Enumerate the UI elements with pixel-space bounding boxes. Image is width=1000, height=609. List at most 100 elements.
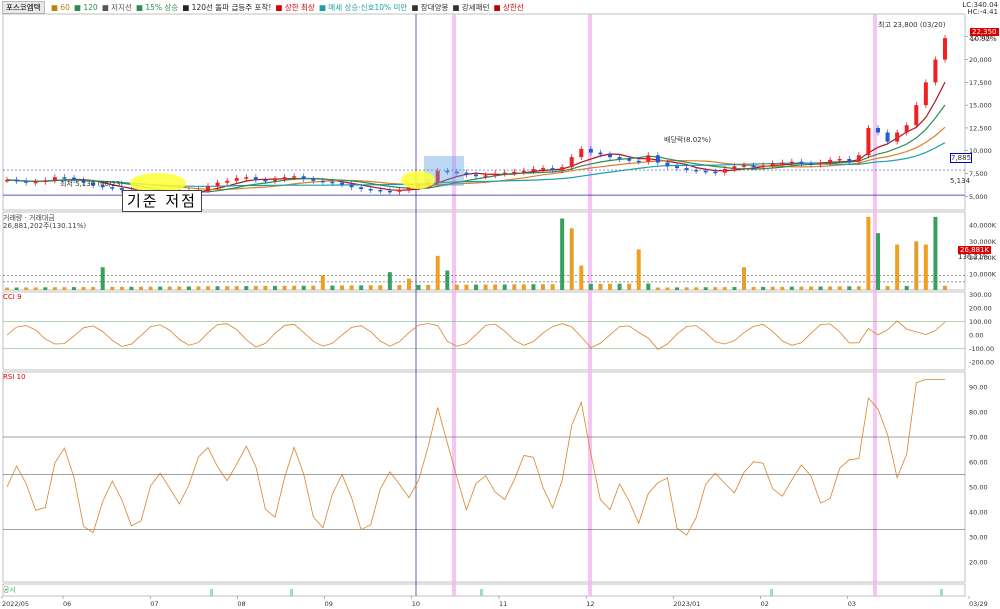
volume-bar: [33, 287, 38, 290]
volume-bar: [91, 287, 96, 290]
x-tick-label: 03: [848, 600, 856, 608]
current-pct-tag: 10.92%: [970, 35, 997, 43]
volume-bar: [177, 286, 182, 290]
x-tick-label: 10: [412, 600, 420, 608]
volume-bar: [397, 285, 402, 290]
stock-chart-window: { "legend": { "title": "포스코엠텍", "items":…: [0, 0, 1000, 609]
rsi-tick-label: 70.00: [969, 434, 988, 442]
rsi-tick-label: 60.00: [969, 459, 988, 467]
candle: [378, 189, 383, 192]
candle: [876, 127, 880, 133]
candle: [24, 180, 29, 183]
x-tick-label: 08: [237, 600, 245, 608]
volume-bar: [139, 286, 143, 290]
x-tick-label: 03/29: [969, 600, 988, 608]
volume-bar: [483, 284, 488, 290]
volume-bar: [263, 285, 268, 290]
candle: [617, 157, 622, 159]
candle: [253, 177, 258, 180]
candle: [675, 166, 679, 169]
candle: [464, 172, 469, 175]
candle: [349, 184, 354, 188]
volume-bar: [617, 283, 622, 290]
candle: [655, 155, 660, 163]
candle: [636, 160, 641, 163]
candle: [531, 168, 536, 171]
cci-tick-label: 200.00: [969, 305, 992, 313]
volume-bar: [732, 287, 737, 290]
candle: [713, 171, 718, 174]
candle: [244, 177, 249, 179]
volume-bar: [100, 267, 105, 290]
volume-bar: [742, 267, 746, 290]
support-price-tag: 7,885: [950, 153, 973, 163]
candle: [598, 152, 603, 155]
volume-bar: [837, 286, 842, 290]
disclosure-bar: [770, 589, 773, 596]
panel-frame-cci: [2, 291, 966, 371]
candle: [512, 171, 517, 174]
candle: [5, 179, 9, 182]
volume-bar: [608, 283, 612, 290]
candle: [397, 189, 402, 192]
candle: [770, 163, 775, 166]
candle: [904, 125, 909, 133]
cci-line: [6, 320, 946, 350]
volume-bar: [684, 287, 689, 290]
volume-bar: [320, 275, 325, 290]
volume-bar: [895, 244, 900, 290]
volume-bar: [828, 286, 833, 290]
candle: [502, 172, 507, 175]
volume-bar: [464, 284, 469, 290]
candle: [483, 175, 488, 177]
panel-frame-vol: [2, 211, 966, 291]
rsi-tick-label: 50.00: [969, 484, 988, 492]
volume-bar: [646, 283, 651, 290]
cci-tick-label: -100.00: [969, 345, 994, 353]
volume-bar: [196, 286, 201, 290]
volume-bar: [445, 270, 450, 290]
volume-bar: [340, 285, 344, 290]
x-tick-label: 09: [325, 600, 333, 608]
volume-bar: [5, 287, 9, 290]
candle: [560, 167, 565, 170]
candle: [33, 181, 38, 184]
candle: [761, 165, 766, 168]
volume-tick-label: 10,000K: [969, 270, 997, 278]
volume-bar: [330, 285, 335, 290]
volume-bar: [531, 284, 536, 290]
candle: [215, 182, 220, 187]
candle: [588, 148, 593, 153]
candle: [703, 170, 708, 173]
volume-bar: [158, 286, 163, 290]
x-tick-label: 06: [63, 600, 71, 608]
price-tick-label: 7,500: [969, 170, 988, 178]
volume-bar: [550, 284, 555, 290]
candle: [627, 158, 632, 161]
candle: [856, 155, 861, 162]
volume-bar: [502, 284, 507, 290]
volume-bar: [770, 286, 775, 290]
volume-bar: [72, 287, 76, 290]
volume-bar: [206, 286, 210, 290]
volume-bar: [809, 286, 813, 290]
volume-bar: [876, 233, 880, 290]
volume-bar: [110, 286, 115, 290]
candle: [665, 162, 670, 167]
volume-bar: [866, 216, 871, 290]
rsi-tick-label: 20.00: [969, 559, 988, 567]
volume-bar: [43, 287, 48, 290]
candle: [320, 180, 325, 183]
candle: [521, 170, 526, 173]
volume-bar: [722, 287, 727, 290]
volume-bar: [387, 272, 392, 290]
volume-bar: [52, 287, 57, 290]
disclosure-bar: [290, 589, 293, 596]
candle: [368, 189, 373, 191]
volume-bar: [569, 228, 574, 290]
candle: [828, 159, 833, 163]
volume-bar: [521, 284, 526, 290]
candle: [340, 182, 344, 185]
volume-tick-label: 30,000K: [969, 238, 997, 246]
volume-bar: [818, 286, 823, 290]
